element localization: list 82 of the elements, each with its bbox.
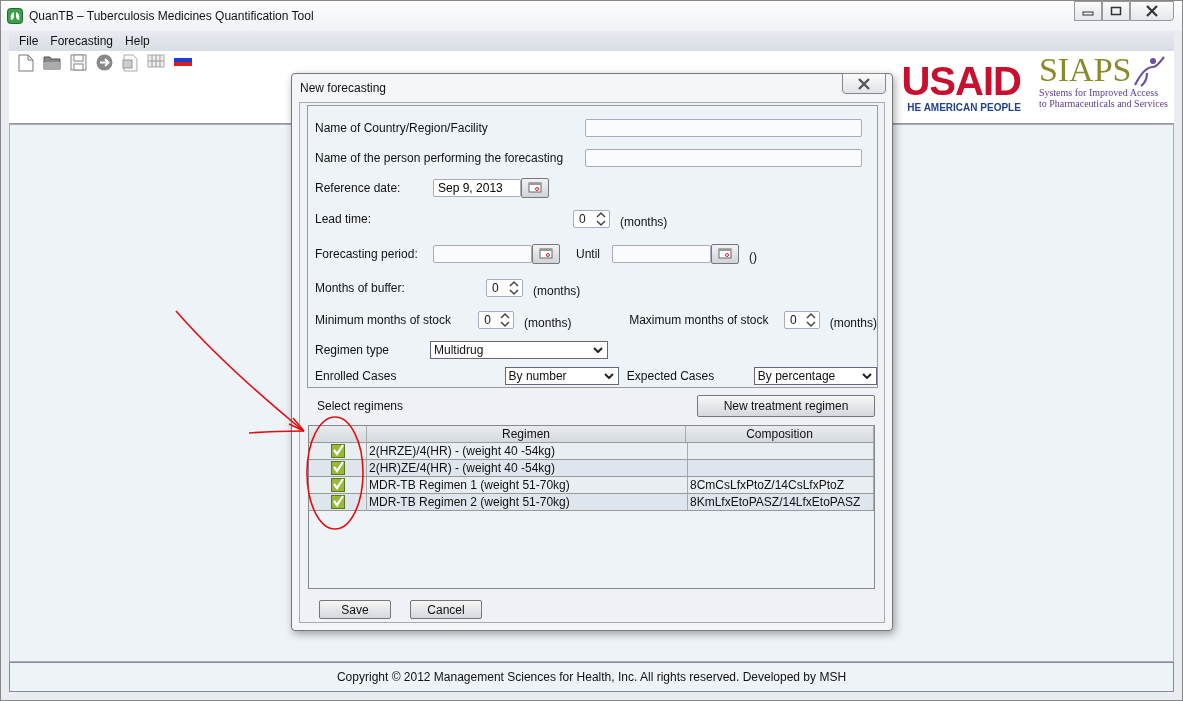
close-button[interactable] [1130, 1, 1174, 21]
input-field[interactable] [585, 149, 862, 167]
window-title: QuanTB – Tuberculosis Medicines Quantification Tool [29, 9, 314, 23]
field-label: Expected Cases [626, 369, 716, 383]
usaid-logo: USAID [901, 61, 1021, 101]
unit-label: (months) [533, 284, 581, 298]
unit-label: (months) [620, 214, 668, 229]
cancel-button[interactable]: Cancel [410, 600, 482, 619]
table-cell: 8KmLfxEtoPASZ/14LfxEtoPASZ [688, 494, 874, 510]
calendar-icon [539, 248, 553, 259]
siaps-logo: SIAPS [1038, 53, 1132, 87]
calendar-button[interactable] [711, 243, 739, 264]
number-spinner[interactable]: 0 [783, 311, 820, 329]
unit-label: () [749, 249, 757, 264]
number-spinner[interactable]: 0 [478, 311, 515, 329]
chevron-down-icon [593, 346, 603, 353]
save-icon[interactable] [70, 54, 87, 71]
calendar-icon [528, 182, 542, 193]
field-label: Enrolled Cases [315, 369, 398, 383]
number-spinner[interactable]: 0 [486, 279, 523, 297]
logo-tagline: HE AMERICAN PEOPLE [907, 101, 1021, 115]
section-label: Select regimens [317, 399, 404, 413]
table-cell: MDR-TB Regimen 1 (weight 51-70kg) [367, 477, 688, 493]
dialog-title: New forecasting [300, 81, 387, 95]
logo-tagline: to Pharmaceuticals and Services [1038, 98, 1168, 109]
calendar-button[interactable] [521, 177, 549, 198]
table-cell: 2(HR)ZE/4(HR) - (weight 40 -54kg) [367, 460, 688, 476]
calendar-button[interactable] [532, 243, 560, 264]
field-label: Forecasting period: [315, 246, 419, 261]
copyright-text: Copyright © 2012 Management Sciences for Health, Inc. All rights reserved. Developed by MSH [336, 670, 847, 684]
menu-item[interactable]: Help [125, 34, 150, 48]
maximize-button[interactable] [1102, 1, 1130, 21]
field-label: Months of buffer: [315, 281, 406, 295]
table-cell: 2(HRZE)/4(HR) - (weight 40 -54kg) [367, 443, 688, 459]
arrow-circle-icon[interactable] [96, 54, 113, 71]
spin-arrows-icon [596, 210, 606, 227]
logo-tagline: Systems for Improved Access [1038, 87, 1160, 98]
save-button[interactable]: Save [319, 600, 391, 619]
field-label: Name of the person performing the forecasting [315, 151, 565, 165]
field-label: Reference date: [315, 180, 402, 195]
calendar-icon [718, 248, 732, 259]
checkbox[interactable] [330, 478, 345, 492]
new-document-icon[interactable] [18, 54, 34, 72]
checkbox[interactable] [330, 495, 345, 509]
field-label: Maximum months of stock [629, 313, 770, 327]
number-spinner[interactable]: 0 [573, 209, 610, 228]
field-label: Regimen type [315, 342, 391, 357]
lungs-icon [7, 8, 23, 24]
date-field[interactable]: Sep 9, 2013 [433, 178, 521, 197]
dropdown[interactable]: Multidrug [430, 340, 608, 359]
date-field[interactable] [612, 244, 711, 263]
spin-arrows-icon [500, 312, 511, 328]
field-label: Until [576, 246, 600, 261]
dropdown[interactable]: By number [504, 367, 619, 385]
maximize-icon [1110, 6, 1122, 16]
menu-item[interactable]: Forecasting [50, 34, 114, 48]
close-button[interactable] [842, 73, 886, 94]
new-regimen-button[interactable]: New treatment regimen [697, 395, 875, 417]
input-field[interactable] [585, 118, 862, 137]
dropdown[interactable]: By percentage [753, 367, 877, 385]
spin-arrows-icon [509, 280, 519, 296]
field-label: Minimum months of stock [315, 313, 453, 327]
date-field[interactable] [433, 244, 532, 263]
flag-icon[interactable] [174, 54, 192, 66]
menu-item[interactable]: File [19, 34, 39, 48]
field-label: Name of Country/Region/Facility [315, 120, 489, 135]
chevron-down-icon [862, 373, 872, 379]
spin-arrows-icon [805, 312, 816, 328]
checkbox[interactable] [330, 461, 345, 475]
unit-label: (months) [829, 316, 877, 330]
close-icon [857, 77, 871, 90]
checkbox[interactable] [330, 444, 345, 458]
column-header: Composition [686, 426, 874, 442]
chevron-down-icon [603, 373, 614, 379]
unit-label: (months) [524, 316, 573, 330]
spreadsheet-icon[interactable] [122, 54, 138, 72]
close-icon [1145, 5, 1159, 17]
table-cell: MDR-TB Regimen 2 (weight 51-70kg) [367, 494, 688, 510]
folder-icon[interactable] [43, 54, 61, 70]
column-header: Regimen [367, 426, 686, 442]
table-cell: 8CmCsLfxPtoZ/14CsLfxPtoZ [688, 477, 874, 493]
field-label: Lead time: [315, 211, 373, 226]
